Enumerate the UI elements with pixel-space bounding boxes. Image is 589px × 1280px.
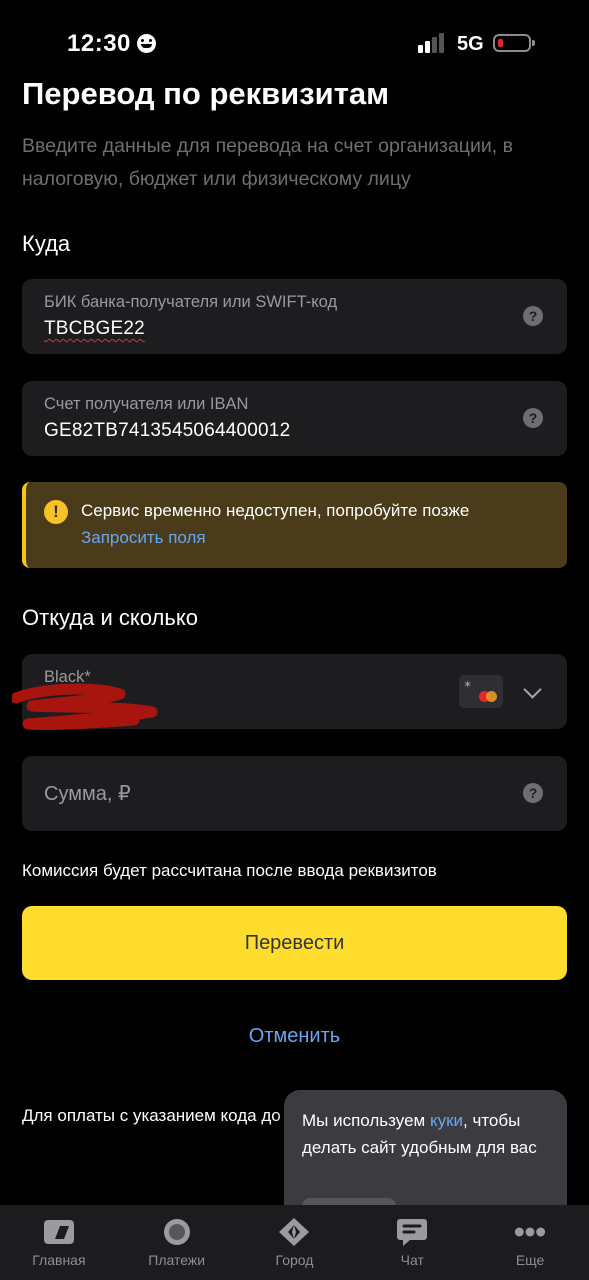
battery-icon [493,34,535,52]
cookie-link[interactable]: куки [430,1111,463,1130]
page-subtitle: Введите данные для перевода на счет орга… [22,135,513,190]
payments-icon [163,1219,190,1245]
chat-icon [397,1219,428,1246]
account-field-value[interactable]: GE82TB7413545064400012 [44,420,290,442]
tab-more[interactable]: Еще [471,1205,589,1280]
bik-field[interactable]: БИК банка-получателя или SWIFT-код TBCBG… [22,279,567,354]
tab-label: Город [275,1252,314,1268]
smiley-icon [137,34,156,53]
footer-text: Для оплаты с указанием кода до контактны… [22,1106,302,1125]
section-label-destination: Куда [22,231,71,256]
warning-icon: ! [44,500,68,524]
account-field[interactable]: Счет получателя или IBAN GE82TB741354506… [22,381,567,456]
chevron-down-icon[interactable] [523,680,542,699]
cookie-banner: Мы используем куки, чтобы делать сайт уд… [284,1090,567,1228]
warning-banner: ! Сервис временно недоступен, попробуйте… [22,482,567,568]
commission-note: Комиссия будет рассчитана после ввода ре… [22,861,437,880]
warning-message: Сервис временно недоступен, попробуйте п… [81,501,470,520]
redaction-scribble [12,683,158,730]
tab-label: Чат [400,1252,424,1268]
help-icon[interactable]: ? [523,306,543,326]
bik-field-label: БИК банка-получателя или SWIFT-код [44,293,338,311]
help-icon[interactable]: ? [523,783,543,803]
page-title: Перевод по реквизитам [22,76,390,111]
amount-field[interactable]: Сумма, ₽ ? [22,756,567,831]
tab-city[interactable]: Город [236,1205,354,1280]
status-time: 12:30 [67,30,131,57]
tab-label: Главная [32,1252,86,1268]
help-icon[interactable]: ? [523,408,543,428]
amount-placeholder[interactable]: Сумма, ₽ [44,781,131,806]
city-icon [279,1218,310,1246]
tab-label: Еще [515,1252,545,1268]
cancel-button[interactable]: Отменить [0,1025,589,1048]
more-icon [514,1227,546,1237]
signal-icon [418,33,448,53]
request-fields-link[interactable]: Запросить поля [81,528,206,548]
card-selector[interactable]: Black* ✶ [12,654,567,730]
card-thumbnail: ✶ [459,675,503,708]
tab-payments[interactable]: Платежи [118,1205,236,1280]
bik-field-value[interactable]: TBCBGE22 [44,318,145,340]
section-label-source: Откуда и сколько [22,605,198,630]
tab-chat[interactable]: Чат [353,1205,471,1280]
account-field-label: Счет получателя или IBAN [44,395,249,413]
mastercard-icon [486,691,497,702]
tab-label: Платежи [148,1252,206,1268]
cookie-text: Мы используем куки, чтобы делать сайт уд… [302,1111,537,1157]
tab-bar: Главная Платежи Город Чат Еще [0,1205,589,1280]
submit-button[interactable]: Перевести [22,906,567,980]
home-icon [43,1220,74,1244]
network-type: 5G [457,33,484,55]
tab-home[interactable]: Главная [0,1205,118,1280]
